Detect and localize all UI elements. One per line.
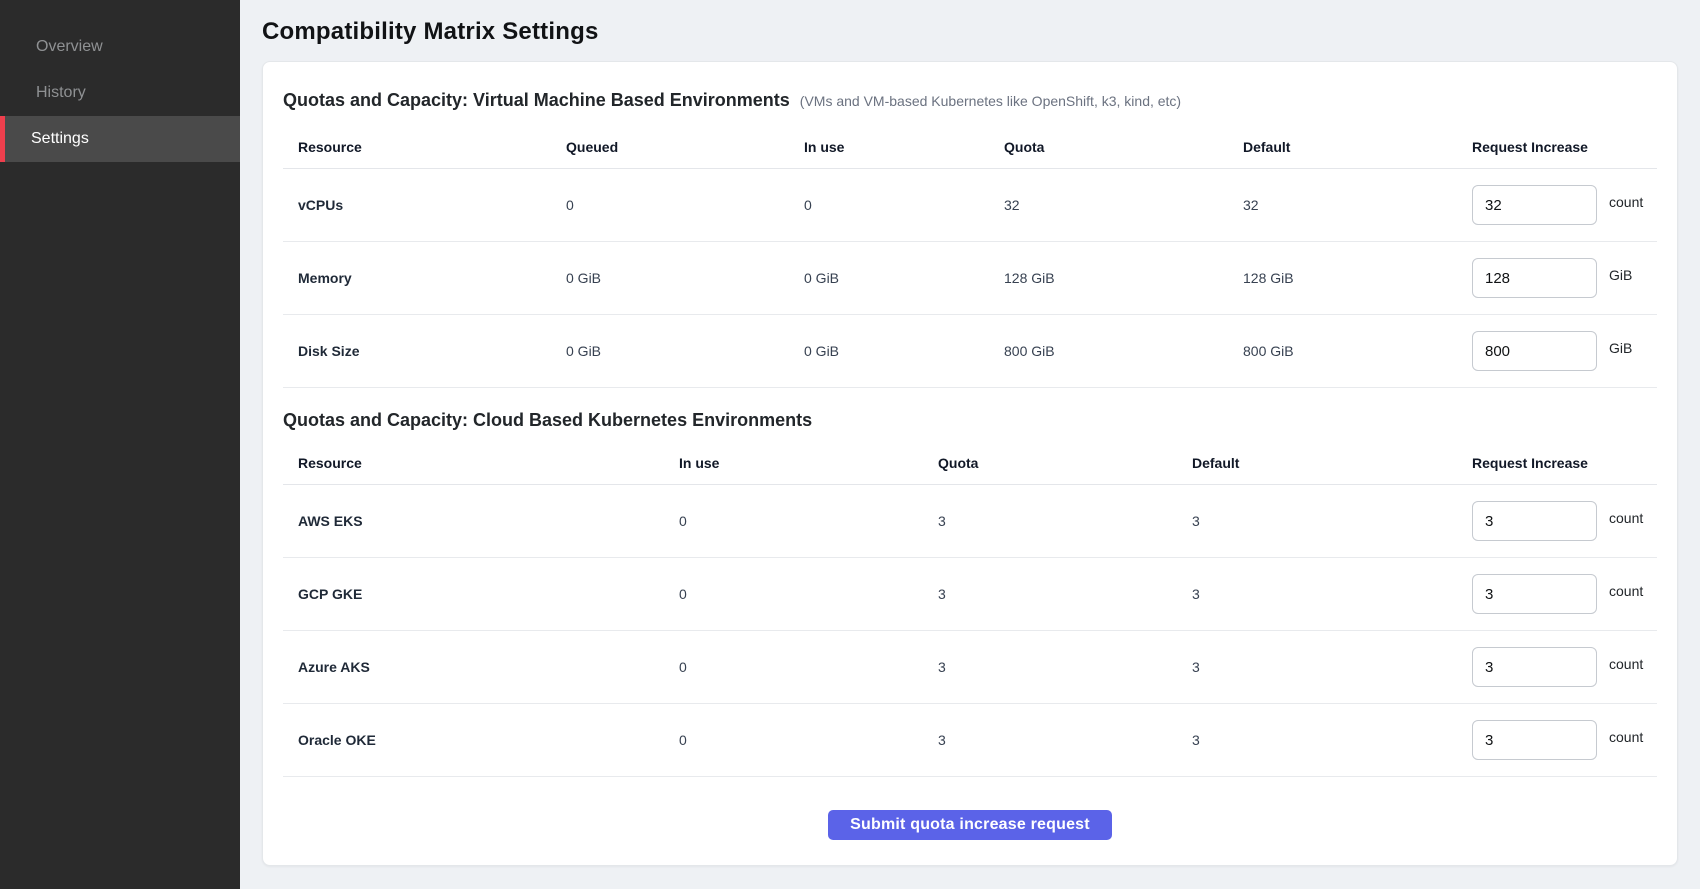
quota-value: 0 bbox=[679, 732, 938, 748]
quota-value: 32 bbox=[1243, 197, 1472, 213]
sidebar: OverviewHistorySettings bbox=[0, 0, 240, 889]
request-increase-input[interactable] bbox=[1472, 331, 1597, 371]
sidebar-item-settings[interactable]: Settings bbox=[0, 116, 240, 162]
column-header-default: Default bbox=[1192, 455, 1472, 471]
main-content: Compatibility Matrix Settings Quotas and… bbox=[240, 0, 1700, 889]
quota-value: 3 bbox=[938, 513, 1192, 529]
quota-value: 0 bbox=[804, 197, 1004, 213]
quota-value: 3 bbox=[1192, 732, 1472, 748]
sidebar-item-overview[interactable]: Overview bbox=[0, 24, 240, 70]
request-increase-input[interactable] bbox=[1472, 185, 1597, 225]
column-header-request-increase: Request Increase bbox=[1472, 139, 1657, 155]
unit-label: count bbox=[1609, 647, 1643, 672]
quota-value: 0 bbox=[679, 659, 938, 675]
request-increase-input[interactable] bbox=[1472, 720, 1597, 760]
unit-label: count bbox=[1609, 720, 1643, 745]
request-increase-cell: GiB bbox=[1472, 331, 1657, 371]
request-increase-cell: count bbox=[1472, 720, 1657, 760]
request-increase-cell: GiB bbox=[1472, 258, 1657, 298]
quota-value: 0 GiB bbox=[804, 343, 1004, 359]
quota-value: 128 GiB bbox=[1243, 270, 1472, 286]
quota-value: 0 bbox=[679, 513, 938, 529]
unit-label: count bbox=[1609, 501, 1643, 526]
column-header-in-use: In use bbox=[679, 455, 938, 471]
quota-value: 3 bbox=[1192, 513, 1472, 529]
quota-value: 3 bbox=[1192, 586, 1472, 602]
resource-name: AWS EKS bbox=[283, 513, 679, 529]
request-increase-cell: count bbox=[1472, 647, 1657, 687]
quota-value: 0 GiB bbox=[566, 343, 804, 359]
quota-value: 800 GiB bbox=[1243, 343, 1472, 359]
resource-name: GCP GKE bbox=[283, 586, 679, 602]
cloud-quota-table: ResourceIn useQuotaDefaultRequest Increa… bbox=[283, 441, 1657, 777]
table-row: Disk Size0 GiB0 GiB800 GiB800 GiBGiB bbox=[283, 315, 1657, 388]
quota-value: 3 bbox=[1192, 659, 1472, 675]
column-header-resource: Resource bbox=[283, 455, 679, 471]
request-increase-input[interactable] bbox=[1472, 647, 1597, 687]
vm-section-header: Quotas and Capacity: Virtual Machine Bas… bbox=[283, 90, 1657, 111]
table-header-row: ResourceQueuedIn useQuotaDefaultRequest … bbox=[283, 125, 1657, 169]
page-title: Compatibility Matrix Settings bbox=[262, 18, 1678, 46]
resource-name: Memory bbox=[283, 270, 566, 286]
vm-quota-table: ResourceQueuedIn useQuotaDefaultRequest … bbox=[283, 125, 1657, 388]
request-increase-input[interactable] bbox=[1472, 258, 1597, 298]
table-header-row: ResourceIn useQuotaDefaultRequest Increa… bbox=[283, 441, 1657, 485]
quota-value: 0 GiB bbox=[804, 270, 1004, 286]
request-increase-input[interactable] bbox=[1472, 501, 1597, 541]
cloud-section-title: Quotas and Capacity: Cloud Based Kuberne… bbox=[283, 410, 812, 431]
unit-label: GiB bbox=[1609, 331, 1632, 356]
quota-value: 0 bbox=[679, 586, 938, 602]
column-header-quota: Quota bbox=[1004, 139, 1243, 155]
quota-value: 0 bbox=[566, 197, 804, 213]
quota-value: 3 bbox=[938, 732, 1192, 748]
quota-value: 32 bbox=[1004, 197, 1243, 213]
request-increase-cell: count bbox=[1472, 574, 1657, 614]
vm-section-title: Quotas and Capacity: Virtual Machine Bas… bbox=[283, 90, 790, 111]
unit-label: GiB bbox=[1609, 258, 1632, 283]
resource-name: Disk Size bbox=[283, 343, 566, 359]
quota-value: 800 GiB bbox=[1004, 343, 1243, 359]
column-header-in-use: In use bbox=[804, 139, 1004, 155]
quota-settings-card: Quotas and Capacity: Virtual Machine Bas… bbox=[262, 61, 1678, 866]
table-row: vCPUs003232count bbox=[283, 169, 1657, 242]
submit-quota-increase-button[interactable]: Submit quota increase request bbox=[828, 810, 1112, 840]
quota-value: 3 bbox=[938, 659, 1192, 675]
request-increase-cell: count bbox=[1472, 185, 1657, 225]
column-header-default: Default bbox=[1243, 139, 1472, 155]
column-header-queued: Queued bbox=[566, 139, 804, 155]
card-footer: Submit quota increase request bbox=[283, 777, 1657, 840]
table-row: AWS EKS033count bbox=[283, 485, 1657, 558]
request-increase-input[interactable] bbox=[1472, 574, 1597, 614]
quota-value: 128 GiB bbox=[1004, 270, 1243, 286]
quota-value: 0 GiB bbox=[566, 270, 804, 286]
sidebar-nav: OverviewHistorySettings bbox=[0, 24, 240, 162]
cloud-section-header: Quotas and Capacity: Cloud Based Kuberne… bbox=[283, 410, 1657, 431]
column-header-quota: Quota bbox=[938, 455, 1192, 471]
table-row: GCP GKE033count bbox=[283, 558, 1657, 631]
sidebar-item-history[interactable]: History bbox=[0, 70, 240, 116]
table-row: Memory0 GiB0 GiB128 GiB128 GiBGiB bbox=[283, 242, 1657, 315]
column-header-request-increase: Request Increase bbox=[1472, 455, 1657, 471]
request-increase-cell: count bbox=[1472, 501, 1657, 541]
resource-name: Oracle OKE bbox=[283, 732, 679, 748]
quota-value: 3 bbox=[938, 586, 1192, 602]
column-header-resource: Resource bbox=[283, 139, 566, 155]
unit-label: count bbox=[1609, 574, 1643, 599]
table-row: Oracle OKE033count bbox=[283, 704, 1657, 777]
unit-label: count bbox=[1609, 185, 1643, 210]
vm-section-subtitle: (VMs and VM-based Kubernetes like OpenSh… bbox=[800, 93, 1181, 109]
table-row: Azure AKS033count bbox=[283, 631, 1657, 704]
resource-name: Azure AKS bbox=[283, 659, 679, 675]
resource-name: vCPUs bbox=[283, 197, 566, 213]
